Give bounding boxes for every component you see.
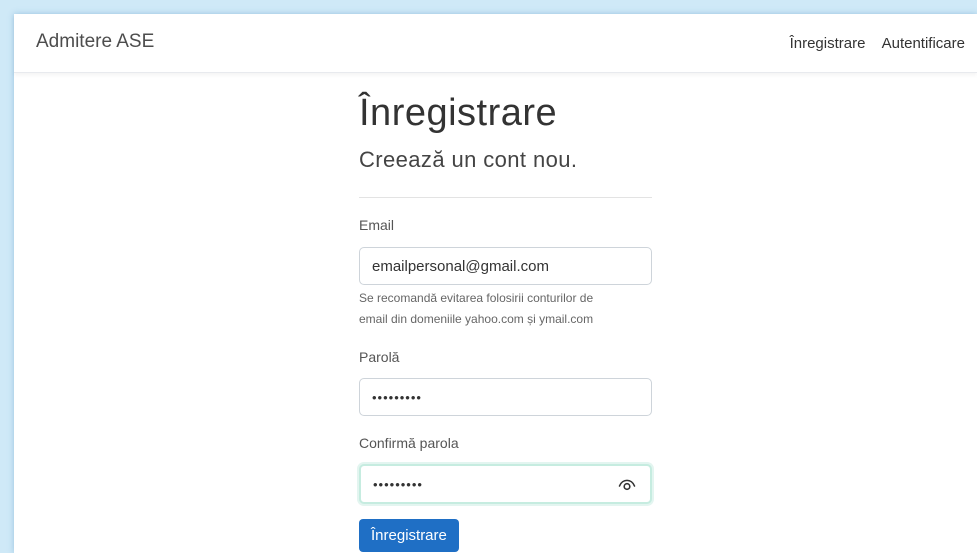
confirm-password-field[interactable]: ••••••••• xyxy=(359,464,652,504)
divider xyxy=(359,197,652,198)
register-button[interactable]: Înregistrare xyxy=(359,519,459,552)
register-form: Înregistrare Creează un cont nou. Email … xyxy=(359,90,652,552)
brand-link[interactable]: Admitere ASE xyxy=(36,31,154,53)
nav-links: Înregistrare Autentificare xyxy=(778,35,965,52)
email-label: Email xyxy=(359,217,395,233)
email-hint-line-2: email din domeniile yahoo.com și ymail.c… xyxy=(359,312,594,326)
confirm-password-label: Confirmă parola xyxy=(359,435,459,451)
email-field[interactable]: emailpersonal@gmail.com xyxy=(359,247,652,285)
email-hint: Se recomandă evitarea folosirii conturil… xyxy=(359,288,652,330)
email-hint-line-1: Se recomandă evitarea folosirii conturil… xyxy=(359,291,594,305)
page-title: Înregistrare xyxy=(359,92,558,134)
eye-icon[interactable] xyxy=(618,477,636,495)
page-subtitle: Creează un cont nou. xyxy=(359,147,578,172)
password-label: Parolă xyxy=(359,349,400,365)
eye-icon-graphic xyxy=(618,479,636,491)
nav-login-link[interactable]: Autentificare xyxy=(882,35,965,52)
password-field[interactable]: ••••••••• xyxy=(359,378,652,416)
page: Admitere ASE Înregistrare Autentificare … xyxy=(14,14,977,553)
submit-wrapper: Înregistrare xyxy=(359,519,652,552)
nav-register-link[interactable]: Înregistrare xyxy=(790,35,866,52)
password-value: ••••••••• xyxy=(372,389,422,405)
navbar: Admitere ASE Înregistrare Autentificare xyxy=(14,14,977,73)
email-value: emailpersonal@gmail.com xyxy=(372,257,549,275)
confirm-password-value: ••••••••• xyxy=(373,476,423,492)
